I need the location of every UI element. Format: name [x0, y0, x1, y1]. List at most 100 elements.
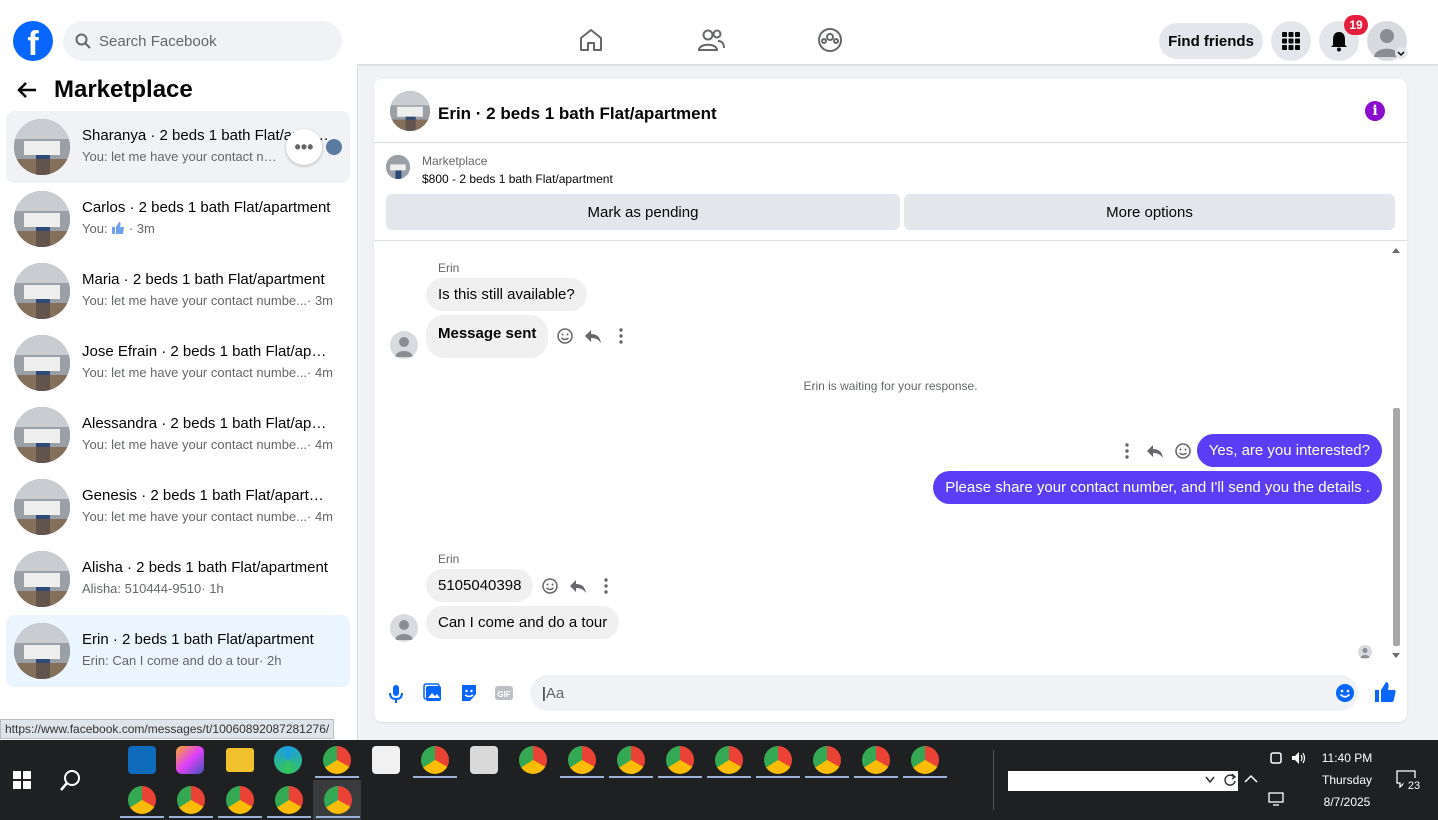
- active-indicator: [903, 776, 947, 778]
- chat-header: Erin · 2 beds 1 bath Flat/apartment i: [374, 79, 1407, 143]
- refresh-icon[interactable]: [1223, 773, 1237, 787]
- clock-time[interactable]: 11:40 PM: [1302, 751, 1392, 765]
- bell-icon: [1331, 32, 1347, 52]
- back-arrow-icon[interactable]: [16, 79, 38, 101]
- scroll-down-icon[interactable]: [1391, 652, 1401, 660]
- home-icon[interactable]: [577, 26, 605, 54]
- listing-thumbnail[interactable]: [390, 91, 430, 131]
- more-options-button[interactable]: •••: [286, 129, 322, 165]
- scroll-up-icon[interactable]: [1391, 246, 1401, 254]
- paint-app-icon[interactable]: [470, 746, 498, 774]
- store-app-icon[interactable]: [372, 746, 400, 774]
- conversation-item[interactable]: Genesis · 2 beds 1 bath Flat/apartment Y…: [6, 471, 350, 543]
- photo-icon[interactable]: [423, 683, 443, 703]
- menu-button[interactable]: [1271, 21, 1311, 61]
- windows-start-icon[interactable]: [13, 771, 31, 789]
- file-explorer-icon[interactable]: [226, 748, 254, 772]
- chrome-icon[interactable]: [323, 746, 351, 774]
- listing-thumbnail: [14, 551, 70, 607]
- more-vertical-icon[interactable]: [1118, 442, 1136, 460]
- info-icon[interactable]: i: [1365, 101, 1385, 121]
- snippet-time: · 2h: [259, 653, 282, 668]
- chrome-profile-icon[interactable]: [813, 746, 841, 774]
- mark-as-pending-button[interactable]: Mark as pending: [386, 194, 900, 230]
- conversation-item-active[interactable]: Erin · 2 beds 1 bath Flat/apartment Erin…: [6, 615, 350, 687]
- outlook-app-icon[interactable]: [128, 746, 156, 774]
- chevron-up-icon[interactable]: [1244, 774, 1258, 784]
- windows-taskbar: 11:40 PM Thursday 8/7/2025 23: [0, 740, 1438, 820]
- emoji-icon[interactable]: [1335, 683, 1355, 703]
- chrome-profile-icon[interactable]: [421, 746, 449, 774]
- more-vertical-icon[interactable]: [612, 327, 630, 345]
- reply-icon[interactable]: [569, 577, 587, 595]
- snippet-text: Erin: Can I come and do a tour: [82, 653, 260, 668]
- reply-icon[interactable]: [1146, 442, 1164, 460]
- react-icon[interactable]: [556, 327, 574, 345]
- clock-day[interactable]: Thursday: [1302, 773, 1392, 787]
- search-input[interactable]: Search Facebook: [63, 21, 342, 61]
- conversation-item[interactable]: Alessandra · 2 beds 1 bath Flat/apartmen…: [6, 399, 350, 471]
- react-icon[interactable]: [1174, 442, 1192, 460]
- chrome-profile-icon[interactable]: [764, 746, 792, 774]
- message-thread: Erin Is this still available? Message se…: [374, 242, 1407, 662]
- search-icon[interactable]: [59, 768, 83, 792]
- chrome-profile-icon[interactable]: [226, 786, 254, 814]
- microphone-icon[interactable]: [388, 684, 404, 704]
- like-icon[interactable]: [1374, 681, 1396, 703]
- chrome-profile-icon[interactable]: [862, 746, 890, 774]
- message-bubble[interactable]: 5105040398: [426, 569, 534, 602]
- groups-icon[interactable]: [816, 26, 844, 54]
- conversation-snippet: Alisha: 510444-9510· 1h: [82, 581, 336, 596]
- message-input[interactable]: | Aa: [530, 675, 1358, 711]
- conversation-item[interactable]: Jose Efrain · 2 beds 1 bath Flat/apartme…: [6, 327, 350, 399]
- message-bubble[interactable]: Is this still available?: [426, 278, 587, 311]
- avatar: [390, 331, 418, 359]
- conversation-snippet: You: let me have your contact numbe...· …: [82, 293, 336, 308]
- react-icon[interactable]: [541, 577, 559, 595]
- find-friends-button[interactable]: Find friends: [1159, 23, 1263, 59]
- facebook-logo[interactable]: f: [13, 21, 53, 61]
- chat-title[interactable]: Erin · 2 beds 1 bath Flat/apartment: [438, 104, 717, 124]
- chrome-profile-icon[interactable]: [715, 746, 743, 774]
- conversation-item[interactable]: Carlos · 2 beds 1 bath Flat/apartment Yo…: [6, 183, 350, 255]
- chrome-profile-icon[interactable]: [666, 746, 694, 774]
- gif-icon[interactable]: GIF: [494, 683, 514, 703]
- edge-browser-icon[interactable]: [274, 746, 302, 774]
- reply-icon[interactable]: [584, 327, 602, 345]
- copilot-app-icon[interactable]: [176, 746, 204, 774]
- more-vertical-icon[interactable]: [597, 577, 615, 595]
- sender-name: Erin: [438, 261, 460, 275]
- conversation-item[interactable]: Maria · 2 beds 1 bath Flat/apartment You…: [6, 255, 350, 327]
- network-icon[interactable]: [1268, 792, 1284, 806]
- conversation-item[interactable]: Alisha · 2 beds 1 bath Flat/apartment Al…: [6, 543, 350, 615]
- listing-thumbnail: [14, 119, 70, 175]
- chrome-profile-icon[interactable]: [177, 786, 205, 814]
- more-options-button[interactable]: More options: [904, 194, 1395, 230]
- chrome-profile-icon[interactable]: [324, 786, 352, 814]
- account-button[interactable]: [1367, 21, 1407, 61]
- meet-now-icon[interactable]: [1269, 751, 1283, 765]
- chevron-down-icon[interactable]: [1205, 776, 1215, 784]
- conversation-snippet: You: let me have your contact number and…: [82, 149, 282, 164]
- message-bubble-outgoing[interactable]: Please share your contact number, and I'…: [933, 471, 1382, 504]
- avatar: [390, 614, 418, 642]
- active-indicator: [707, 776, 751, 778]
- message-bubble[interactable]: Message sent: [426, 315, 549, 358]
- message-bubble[interactable]: Can I come and do a tour: [426, 606, 620, 639]
- sticker-icon[interactable]: [459, 683, 479, 703]
- chrome-profile-icon[interactable]: [568, 746, 596, 774]
- scrollbar[interactable]: [1391, 246, 1401, 658]
- scrollbar-thumb[interactable]: [1393, 408, 1400, 646]
- message-bubble-outgoing[interactable]: Yes, are you interested?: [1196, 434, 1382, 467]
- chrome-profile-icon[interactable]: [128, 786, 156, 814]
- chrome-profile-icon[interactable]: [911, 746, 939, 774]
- conversation-name: Genesis · 2 beds 1 bath Flat/apartment: [82, 487, 332, 504]
- address-toolbar-input[interactable]: [1008, 771, 1238, 791]
- chrome-profile-icon[interactable]: [617, 746, 645, 774]
- listing-price[interactable]: $800 - 2 beds 1 bath Flat/apartment: [422, 172, 613, 186]
- conversation-item[interactable]: Sharanya · 2 beds 1 bath Flat/apartment …: [6, 111, 350, 183]
- friends-icon[interactable]: [697, 26, 725, 54]
- chrome-profile-icon[interactable]: [519, 746, 547, 774]
- clock-date[interactable]: 8/7/2025: [1302, 795, 1392, 809]
- chrome-profile-icon[interactable]: [275, 786, 303, 814]
